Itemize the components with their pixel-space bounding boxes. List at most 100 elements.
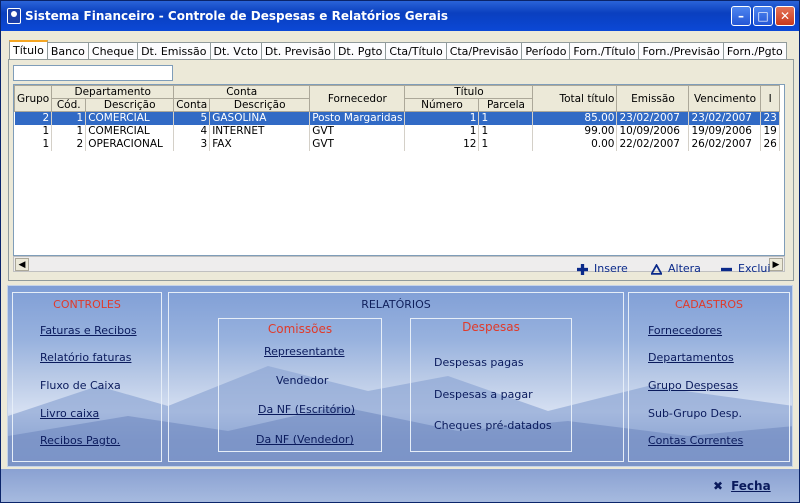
delete-label: Exclui: [738, 262, 771, 275]
link-recibos-pagto[interactable]: Recibos Pagto.: [40, 434, 120, 447]
x-icon: ✖: [713, 479, 724, 493]
link-faturas-recibos[interactable]: Faturas e Recibos: [40, 324, 137, 337]
cell-emissao: 23/02/2007: [616, 111, 690, 125]
link-despesas-a-pagar[interactable]: Despesas a pagar: [434, 388, 533, 401]
table-row[interactable]: 1 1 COMERCIAL 4 INTERNET GVT 1 1 99.00 1…: [14, 124, 780, 138]
cell-vencimento: 19/09/2006: [688, 124, 762, 138]
col-extra[interactable]: I: [760, 85, 780, 112]
title-bar[interactable]: Sistema Financeiro - Controle de Despesa…: [1, 1, 799, 31]
edit-label: Altera: [668, 262, 701, 275]
app-icon: [7, 8, 21, 24]
cell-grupo: 1: [14, 137, 53, 151]
col-departamento[interactable]: Departamento: [51, 85, 175, 99]
link-vendedor[interactable]: Vendedor: [276, 374, 328, 387]
link-contas-correntes[interactable]: Contas Correntes: [648, 434, 743, 447]
main-window: Sistema Financeiro - Controle de Despesa…: [0, 0, 800, 503]
cell-grupo: 2: [14, 111, 53, 125]
link-cheques-pre-datados[interactable]: Cheques pré-datados: [434, 419, 552, 432]
tab-titulo[interactable]: Título: [9, 40, 48, 61]
cell-total: 85.00: [532, 111, 618, 125]
cell-descricao: COMERCIAL: [85, 124, 175, 138]
despesas-title: Despesas: [462, 320, 520, 334]
cadastros-title: CADASTROS: [675, 298, 743, 311]
cell-parcela: 1: [478, 111, 534, 125]
tab-panel-titulo: Grupo Departamento Conta Fornecedor Títu…: [8, 59, 794, 281]
cell-emissao: 10/09/2006: [616, 124, 690, 138]
col-conta-descricao[interactable]: Descrição: [209, 98, 311, 112]
window-title: Sistema Financeiro - Controle de Despesa…: [25, 9, 449, 23]
col-parcela[interactable]: Parcela: [478, 98, 534, 112]
cell-extra: 26: [760, 137, 780, 151]
col-fornecedor[interactable]: Fornecedor: [309, 85, 406, 112]
cell-grupo: 1: [14, 124, 53, 138]
link-despesas-pagas[interactable]: Despesas pagas: [434, 356, 524, 369]
cell-total: 99.00: [532, 124, 618, 138]
cell-fornecedor: GVT: [309, 137, 406, 151]
insert-label: Insere: [594, 262, 628, 275]
scroll-right-icon[interactable]: ▶: [769, 258, 783, 271]
col-numero[interactable]: Número: [404, 98, 480, 112]
titles-grid[interactable]: Grupo Departamento Conta Fornecedor Títu…: [13, 84, 785, 256]
plus-icon: [577, 263, 588, 275]
cell-fornecedor: Posto Margaridas: [309, 111, 406, 125]
controles-title: CONTROLES: [53, 298, 121, 311]
cell-cod: 2: [51, 137, 87, 151]
cell-cod: 1: [51, 124, 87, 138]
cell-total: 0.00: [532, 137, 618, 151]
table-row[interactable]: 2 1 COMERCIAL 5 GASOLINA Posto Margarida…: [14, 111, 780, 125]
link-livro-caixa[interactable]: Livro caixa: [40, 407, 99, 420]
link-relatorio-faturas[interactable]: Relatório faturas: [40, 351, 131, 364]
link-fluxo-caixa[interactable]: Fluxo de Caixa: [40, 379, 121, 392]
cell-extra: 23: [760, 111, 780, 125]
minus-icon: [721, 267, 732, 271]
cell-vencimento: 26/02/2007: [688, 137, 762, 151]
link-representante[interactable]: Representante: [264, 345, 345, 358]
cell-numero: 12: [404, 137, 480, 151]
cell-conta: 3: [173, 137, 211, 151]
cell-fornecedor: GVT: [309, 124, 406, 138]
col-vencimento[interactable]: Vencimento: [688, 85, 762, 112]
cell-emissao: 22/02/2007: [616, 137, 690, 151]
col-titulo[interactable]: Título: [404, 85, 534, 99]
scroll-left-icon[interactable]: ◀: [15, 258, 29, 271]
cell-parcela: 1: [478, 137, 534, 151]
col-emissao[interactable]: Emissão: [616, 85, 690, 112]
col-conta[interactable]: Conta: [173, 98, 211, 112]
col-total-titulo[interactable]: Total título: [532, 85, 618, 112]
cell-numero: 1: [404, 124, 480, 138]
link-grupo-despesas[interactable]: Grupo Despesas: [648, 379, 738, 392]
cell-conta-descricao: FAX: [209, 137, 311, 151]
cell-conta: 4: [173, 124, 211, 138]
cell-descricao: OPERACIONAL: [85, 137, 175, 151]
table-row[interactable]: 1 2 OPERACIONAL 3 FAX GVT 12 1 0.00 22/0…: [14, 137, 780, 151]
col-cod[interactable]: Cód.: [51, 98, 87, 112]
triangle-icon: [651, 263, 662, 275]
link-departamentos[interactable]: Departamentos: [648, 351, 734, 364]
link-nf-vendedor[interactable]: Da NF (Vendedor): [256, 433, 354, 446]
close-window-button[interactable]: ✕: [775, 6, 795, 26]
cell-conta: 5: [173, 111, 211, 125]
close-button[interactable]: ✖ Fecha: [713, 479, 771, 493]
close-label: Fecha: [731, 479, 771, 493]
cell-conta-descricao: INTERNET: [209, 124, 311, 138]
cell-parcela: 1: [478, 124, 534, 138]
maximize-button[interactable]: □: [753, 6, 773, 26]
col-grupo[interactable]: Grupo: [14, 85, 53, 112]
relatorios-title: RELATÓRIOS: [361, 298, 431, 311]
cell-vencimento: 23/02/2007: [688, 111, 762, 125]
minimize-button[interactable]: –: [731, 6, 751, 26]
col-conta-group[interactable]: Conta: [173, 85, 311, 99]
col-descricao[interactable]: Descrição: [85, 98, 175, 112]
footer-bar: [1, 469, 799, 502]
menu-panel: CONTROLES Faturas e Recibos Relatório fa…: [7, 285, 793, 467]
insert-button[interactable]: Insere: [577, 262, 628, 275]
delete-button[interactable]: Exclui: [721, 262, 770, 275]
tab-bar: Título Banco Cheque Dt. Emissão Dt. Vcto Dt. …: [9, 40, 787, 61]
search-input[interactable]: [13, 65, 173, 81]
cell-extra: 19: [760, 124, 780, 138]
cell-descricao: COMERCIAL: [85, 111, 175, 125]
link-nf-escritorio[interactable]: Da NF (Escritório): [258, 403, 355, 416]
link-fornecedores[interactable]: Fornecedores: [648, 324, 722, 337]
link-sub-grupo-desp[interactable]: Sub-Grupo Desp.: [648, 407, 742, 420]
edit-button[interactable]: Altera: [651, 262, 701, 275]
